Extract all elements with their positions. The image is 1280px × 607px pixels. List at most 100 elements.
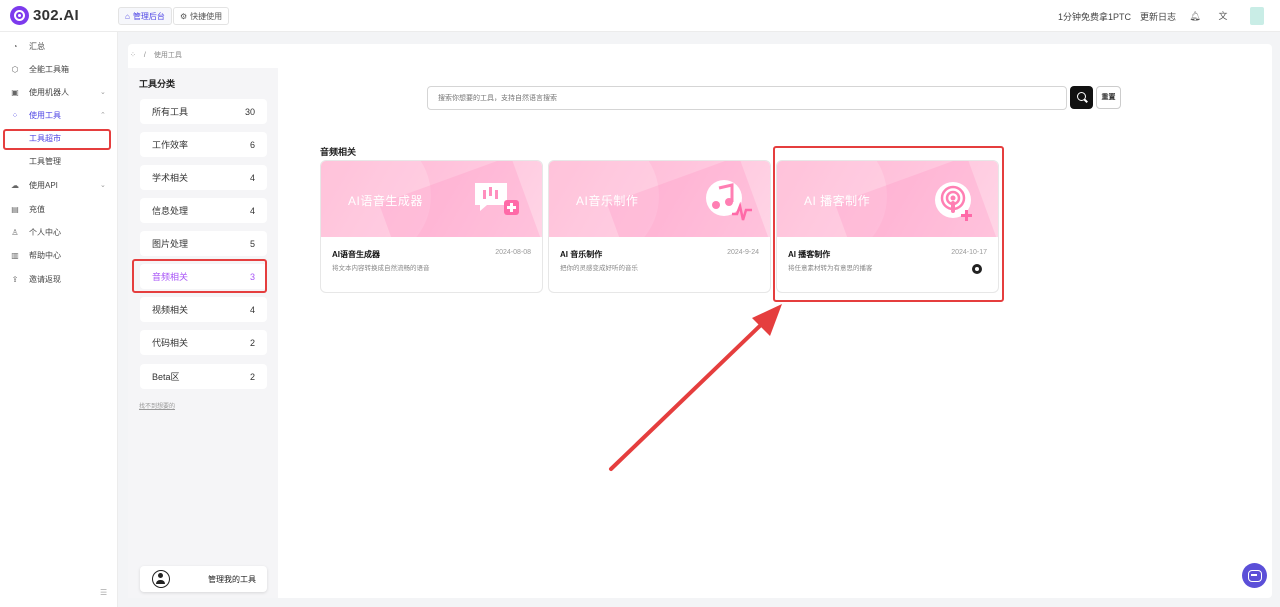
tool-card-voice-generator[interactable]: AI语音生成器 AI语音生成器 2024-08-08 将文本内容转换成自然流畅的… bbox=[320, 160, 543, 293]
sidebar-item-toolbox[interactable]: ⬡ 全能工具箱 bbox=[0, 59, 118, 79]
card-description: 将任意素材转为有意思的播客 bbox=[788, 265, 873, 272]
book-icon: ▥ bbox=[11, 250, 19, 260]
sidebar-item-label: 工具管理 bbox=[29, 156, 61, 166]
card-date: 2024-10-17 bbox=[951, 249, 987, 256]
sidebar-item-summary[interactable]: ◔ 汇总 bbox=[0, 36, 118, 56]
tab-admin-label: 管理后台 bbox=[132, 11, 165, 21]
tab-admin[interactable]: ⌂ 管理后台 bbox=[118, 7, 172, 25]
category-count: 6 bbox=[249, 139, 255, 150]
podcast-icon bbox=[935, 182, 972, 221]
not-found-link[interactable]: 找不到想要的 bbox=[139, 401, 175, 410]
share-icon: ⇪ bbox=[11, 274, 19, 284]
sidebar: ◔ 汇总 ⬡ 全能工具箱 ▣ 使用机器人 ⌄ ⁘ 使用工具 ⌃ 工具超市 工具管… bbox=[0, 32, 118, 607]
sidebar-item-label: 全能工具箱 bbox=[29, 64, 69, 74]
card-description: 将文本内容转换成自然流畅的语音 bbox=[332, 265, 430, 272]
card-description: 把你的灵感变成好听的音乐 bbox=[560, 265, 638, 272]
category-count: 2 bbox=[249, 371, 255, 382]
category-count: 5 bbox=[249, 238, 255, 249]
search-input[interactable] bbox=[427, 86, 1067, 110]
card-banner: AI音乐制作 bbox=[549, 161, 770, 237]
manage-my-tools-label: 管理我的工具 bbox=[208, 575, 256, 584]
sidebar-item-label: 使用机器人 bbox=[29, 87, 69, 97]
sidebar-item-label: 使用工具 bbox=[29, 110, 61, 120]
card-banner-title: AI 播客制作 bbox=[804, 194, 871, 208]
main-panel bbox=[128, 44, 1272, 598]
category-beta[interactable]: Beta区 2 bbox=[140, 364, 267, 389]
apps-icon[interactable]: ⁘ bbox=[130, 51, 136, 59]
sidebar-item-profile[interactable]: ♙ 个人中心 bbox=[0, 222, 118, 242]
user-circle-icon bbox=[152, 570, 170, 588]
card-banner: AI 播客制作 bbox=[777, 161, 998, 237]
category-count: 4 bbox=[249, 205, 255, 216]
category-productivity[interactable]: 工作效率 6 bbox=[140, 132, 267, 157]
search-button[interactable] bbox=[1070, 86, 1093, 109]
tool-card-podcast-maker[interactable]: AI 播客制作 AI 播客制作 2024-10-17 将任意素材转为有意思的播客 bbox=[776, 160, 999, 293]
tab-quick-use-label: 快捷使用 bbox=[190, 11, 223, 21]
robot-icon: ▣ bbox=[11, 87, 19, 97]
dashboard-icon: ◔ bbox=[12, 41, 18, 51]
cloud-icon: ☁ bbox=[11, 180, 19, 190]
chevron-up-icon: ⌃ bbox=[100, 112, 106, 119]
sidebar-item-tool-manage[interactable]: 工具管理 bbox=[0, 151, 118, 171]
avatar[interactable] bbox=[1250, 7, 1264, 25]
sidebar-item-tools[interactable]: ⁘ 使用工具 ⌃ bbox=[0, 105, 118, 125]
sidebar-item-recharge[interactable]: ▤ 充值 bbox=[0, 199, 118, 219]
app-logo[interactable]: 302.AI bbox=[10, 6, 79, 25]
sidebar-item-label: 使用API bbox=[29, 180, 58, 190]
category-label: 信息处理 bbox=[152, 206, 189, 216]
top-header: 302.AI ⌂ 管理后台 ⚙ 快捷使用 1分钟免费拿1PTC 更新日志 🔔︎ … bbox=[0, 0, 1280, 32]
card-name: AI 音乐制作 bbox=[560, 250, 603, 259]
music-note-icon bbox=[706, 180, 752, 221]
chat-support-button[interactable] bbox=[1242, 563, 1267, 588]
speech-bubble-plus-icon bbox=[475, 183, 519, 215]
category-label: 视频相关 bbox=[152, 305, 189, 315]
reset-button[interactable]: 重置 bbox=[1096, 86, 1121, 109]
user-icon: ♙ bbox=[11, 227, 19, 237]
card-date: 2024-08-08 bbox=[495, 249, 531, 256]
tool-card-music-maker[interactable]: AI音乐制作 AI 音乐制作 2024-9-24 把你的灵感变成好听的音乐 bbox=[548, 160, 771, 293]
chevron-down-icon: ⌄ bbox=[100, 182, 106, 189]
category-label: 学术相关 bbox=[152, 173, 189, 183]
collapse-sidebar-icon[interactable]: ☰ bbox=[100, 588, 107, 597]
sidebar-item-api[interactable]: ☁ 使用API ⌄ bbox=[0, 175, 118, 195]
wallet-icon: ▤ bbox=[11, 204, 19, 214]
sidebar-item-label: 汇总 bbox=[29, 41, 45, 51]
manage-my-tools-button[interactable]: 管理我的工具 bbox=[140, 566, 267, 592]
category-label: 工作效率 bbox=[152, 140, 189, 150]
category-label: 音频相关 bbox=[152, 272, 189, 282]
sidebar-item-invite[interactable]: ⇪ 邀请返现 bbox=[0, 269, 118, 289]
category-code[interactable]: 代码相关 2 bbox=[140, 330, 267, 355]
category-audio[interactable]: 音频相关 3 bbox=[140, 264, 267, 289]
github-icon[interactable] bbox=[972, 264, 982, 274]
sidebar-item-label: 充值 bbox=[29, 204, 45, 214]
card-banner-title: AI语音生成器 bbox=[348, 194, 423, 208]
category-count: 30 bbox=[244, 106, 255, 117]
category-academic[interactable]: 学术相关 4 bbox=[140, 165, 267, 190]
card-name: AI语音生成器 bbox=[332, 250, 380, 259]
sidebar-item-label: 帮助中心 bbox=[29, 250, 61, 260]
category-count: 2 bbox=[249, 337, 255, 348]
category-label: 所有工具 bbox=[152, 107, 189, 117]
breadcrumb-separator: / bbox=[143, 51, 146, 59]
category-video[interactable]: 视频相关 4 bbox=[140, 297, 267, 322]
bell-icon[interactable]: 🔔︎ bbox=[1188, 9, 1202, 23]
sidebar-item-help[interactable]: ▥ 帮助中心 bbox=[0, 245, 118, 265]
tab-quick-use[interactable]: ⚙ 快捷使用 bbox=[173, 7, 230, 25]
sidebar-item-label: 个人中心 bbox=[29, 227, 61, 237]
category-title: 工具分类 bbox=[139, 79, 176, 89]
promo-link[interactable]: 1分钟免费拿1PTC bbox=[1058, 0, 1131, 32]
category-info[interactable]: 信息处理 4 bbox=[140, 198, 267, 223]
category-label: 图片处理 bbox=[152, 239, 189, 249]
translate-icon[interactable]: 文 bbox=[1216, 9, 1230, 23]
category-count: 3 bbox=[249, 271, 255, 282]
changelog-link[interactable]: 更新日志 bbox=[1140, 0, 1176, 32]
sidebar-item-tool-market[interactable]: 工具超市 bbox=[0, 128, 118, 148]
category-all[interactable]: 所有工具 30 bbox=[140, 99, 267, 124]
category-image[interactable]: 图片处理 5 bbox=[140, 231, 267, 256]
sidebar-item-robots[interactable]: ▣ 使用机器人 ⌄ bbox=[0, 82, 118, 102]
card-banner: AI语音生成器 bbox=[321, 161, 542, 237]
sidebar-item-label: 工具超市 bbox=[29, 133, 61, 143]
section-title: 音频相关 bbox=[320, 147, 357, 157]
home-icon: ⌂ bbox=[125, 11, 130, 21]
apps-icon: ⁘ bbox=[11, 110, 19, 120]
